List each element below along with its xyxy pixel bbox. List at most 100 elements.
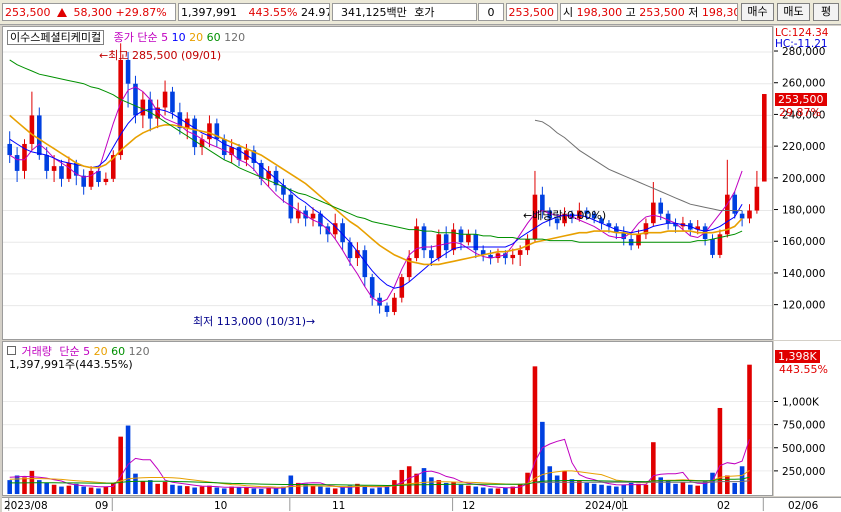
candle-body	[192, 118, 197, 148]
current-volume-pct: 443.55%	[779, 363, 828, 376]
volume-bar	[332, 488, 338, 494]
volume-bar	[577, 481, 582, 494]
volume-bar	[606, 485, 612, 494]
time-axis-label: 11	[332, 500, 345, 512]
time-axis-label: 12	[462, 500, 475, 512]
volume-axis-tick-label: 1,000K	[782, 397, 820, 409]
price-ma-10-line	[9, 108, 743, 289]
ma-20: 20	[189, 31, 204, 44]
volume-cell: 1,397,991 443.55% 24.97%	[178, 3, 330, 21]
price-axis: 120,000 140,000 160,000 180,000 200,000 220,0…	[774, 26, 841, 340]
sell-button[interactable]: 매도	[777, 3, 810, 21]
candle-body	[221, 139, 227, 156]
volume-chart-panel[interactable]: 거래량 단순 5 20 60 120 1,397,991주(443.55%)	[2, 341, 773, 496]
high-value: 253,500	[639, 6, 685, 19]
quote-cell: 0	[478, 3, 504, 21]
price-axis-tick-label: 220,000	[782, 141, 825, 153]
lock-icon	[7, 346, 16, 355]
volume-bar	[14, 475, 20, 494]
stock-name[interactable]: 이수스페셜티케미컬	[7, 30, 105, 45]
price-chart-panel[interactable]: 이수스페셜티케미컬 종가 단순 5 10 20 60 120 ←최고 285,5…	[2, 26, 773, 340]
volume-bar	[118, 436, 123, 494]
volume-bar	[147, 480, 153, 494]
ma-60: 60	[206, 31, 221, 44]
volume-bar	[636, 483, 641, 494]
high-annotation: ←최고 285,500 (09/01)	[99, 47, 221, 63]
price-axis-tick-label: 180,000	[782, 205, 825, 217]
time-axis: 2023/08 09 10 11 12 2024/01 02 02/06	[2, 497, 841, 512]
volume-bar	[680, 481, 686, 494]
price-axis-tick-label: 160,000	[782, 236, 825, 248]
volume-bar	[688, 484, 693, 494]
candle-body	[392, 297, 397, 312]
price-chart-svg[interactable]	[3, 27, 772, 339]
volume-bar	[429, 477, 434, 494]
volume-bar	[532, 366, 538, 494]
volume-bar	[155, 483, 160, 494]
candle-body	[636, 234, 641, 246]
volume-bar	[318, 486, 323, 494]
volume-axis-tick-label: 500,000	[782, 443, 825, 455]
volume-axis: 250,000 500,000 750,000 1,000K 1,398K 443.5…	[774, 341, 841, 496]
volume-bar	[658, 477, 664, 494]
time-axis-label: 09	[95, 500, 108, 512]
candle-body	[739, 213, 745, 219]
volume-bar	[88, 487, 94, 494]
volume-bar	[162, 481, 168, 494]
current-pct-tag: 29.87%	[779, 106, 821, 119]
volume-bar	[621, 484, 627, 494]
volume-bar	[747, 364, 752, 494]
volume-bar	[133, 473, 138, 494]
buy-button[interactable]: 매수	[741, 3, 774, 21]
candle-body	[762, 94, 767, 182]
volume-bar	[554, 475, 560, 494]
candle-body	[517, 250, 523, 255]
volume-bar	[643, 484, 649, 494]
volume-bar	[584, 482, 590, 494]
hc-label: HC:-11.21	[775, 38, 828, 50]
volume-bar	[710, 472, 715, 494]
candle-body	[665, 213, 671, 224]
candle-body	[510, 254, 516, 259]
volume-bar	[651, 442, 656, 494]
ma-5: 5	[161, 31, 169, 44]
candle-body	[414, 226, 419, 259]
low-label: 저	[688, 6, 699, 19]
high-label: 고	[625, 6, 636, 19]
volume-bar	[22, 477, 27, 494]
volume-bar	[495, 488, 501, 494]
volume-bar	[739, 466, 745, 494]
eval-button[interactable]: 평	[813, 3, 839, 21]
amount-value: 341,125백만	[341, 6, 407, 19]
price-legend: 이수스페셜티케미컬 종가 단순 5 10 20 60 120	[7, 29, 245, 45]
time-axis-label: 2023/08	[4, 500, 48, 512]
candle-body	[96, 170, 101, 182]
volume-bar	[340, 487, 345, 494]
price-change: 58,300	[73, 6, 113, 19]
volume-bar	[325, 487, 331, 494]
volume-bar	[614, 486, 619, 494]
ticker-bar: 253,500 58,300 +29.87% 1,397,991 443.55%…	[0, 0, 841, 25]
high-note: 최고 285,500 (09/01)	[108, 49, 222, 62]
volume-bar	[569, 479, 575, 494]
candle-body	[103, 178, 109, 182]
volume-bar	[59, 486, 64, 494]
volume-bar	[125, 425, 131, 494]
volume-bar	[36, 480, 42, 494]
time-axis-svg: 2023/08 09 10 11 12 2024/01 02 02/06	[4, 498, 819, 512]
low-value: 198,300	[701, 6, 737, 19]
candle-body	[658, 202, 664, 214]
current-price-tag: 253,500	[775, 93, 827, 106]
price-change-pct: +29.87%	[115, 6, 167, 19]
dividend-note: 배당락(0.00%)	[532, 209, 607, 222]
volume-bar	[591, 483, 597, 494]
time-axis-label: 02	[717, 500, 730, 512]
volume-bar	[458, 484, 464, 494]
volume-bar	[695, 485, 701, 494]
volume-bar	[369, 488, 375, 494]
volume-bar	[96, 488, 101, 494]
candle-body	[473, 234, 479, 251]
volume-bar	[66, 485, 72, 494]
volume-bar	[44, 482, 49, 494]
volume-bar	[258, 488, 264, 494]
